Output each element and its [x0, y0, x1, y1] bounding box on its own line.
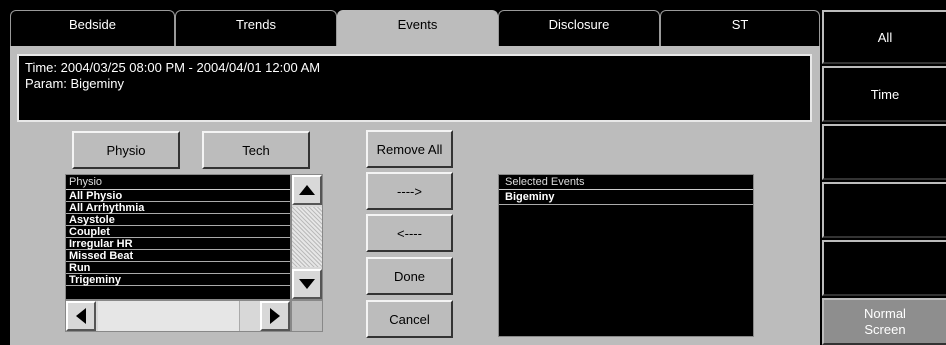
arrow-left-icon — [76, 308, 86, 324]
physio-button[interactable]: Physio — [72, 131, 180, 169]
remove-all-button[interactable]: Remove All — [366, 130, 453, 168]
tab-disclosure[interactable]: Disclosure — [498, 10, 660, 46]
physio-list-header: Physio — [66, 175, 290, 190]
remove-event-button[interactable]: <---- — [366, 214, 453, 252]
side-button-blank-2[interactable] — [822, 182, 946, 238]
time-range-text: Time: 2004/03/25 08:00 PM - 2004/04/01 1… — [25, 60, 321, 75]
time-button[interactable]: Time — [822, 66, 946, 122]
scroll-left-button[interactable] — [66, 301, 96, 331]
vertical-scroll-thumb[interactable] — [292, 207, 322, 267]
scrollbar-corner — [291, 300, 323, 332]
physio-list-box: Physio All Physio All Arrhythmia Asystol… — [65, 174, 323, 336]
add-event-button[interactable]: ----> — [366, 172, 453, 210]
tech-button[interactable]: Tech — [202, 131, 310, 169]
physio-list[interactable]: Physio All Physio All Arrhythmia Asystol… — [65, 174, 291, 300]
scroll-right-button[interactable] — [260, 301, 290, 331]
list-item[interactable]: Irregular HR — [66, 238, 290, 250]
selected-events-list[interactable]: Selected Events Bigeminy — [498, 174, 754, 337]
list-item[interactable]: Run — [66, 262, 290, 274]
selected-events-header: Selected Events — [499, 175, 753, 190]
tab-trends[interactable]: Trends — [175, 10, 337, 46]
tab-st[interactable]: ST — [660, 10, 820, 46]
scroll-up-button[interactable] — [292, 175, 322, 205]
list-item[interactable]: Trigeminy — [66, 274, 290, 286]
horizontal-scrollbar[interactable] — [65, 300, 291, 332]
done-button[interactable]: Done — [366, 257, 453, 295]
list-item[interactable]: Missed Beat — [66, 250, 290, 262]
vertical-scrollbar[interactable] — [291, 174, 323, 300]
list-item[interactable]: All Arrhythmia — [66, 202, 290, 214]
arrow-down-icon — [299, 279, 315, 289]
cancel-button[interactable]: Cancel — [366, 300, 453, 338]
tab-bedside[interactable]: Bedside — [10, 10, 175, 46]
arrow-right-icon — [270, 308, 280, 324]
list-item[interactable]: All Physio — [66, 190, 290, 202]
all-button[interactable]: All — [822, 10, 946, 64]
events-panel: Time: 2004/03/25 08:00 PM - 2004/04/01 1… — [10, 46, 820, 345]
horizontal-scroll-thumb[interactable] — [98, 301, 240, 331]
normal-screen-button[interactable]: Normal Screen — [822, 298, 946, 345]
param-text: Param: Bigeminy — [25, 76, 124, 91]
list-item[interactable]: Couplet — [66, 226, 290, 238]
list-item[interactable]: Asystole — [66, 214, 290, 226]
event-info-box: Time: 2004/03/25 08:00 PM - 2004/04/01 1… — [17, 54, 812, 122]
arrow-up-icon — [299, 185, 315, 195]
list-item[interactable]: Bigeminy — [499, 190, 753, 205]
side-button-blank-3[interactable] — [822, 240, 946, 296]
scroll-down-button[interactable] — [292, 269, 322, 299]
side-button-blank-1[interactable] — [822, 124, 946, 180]
